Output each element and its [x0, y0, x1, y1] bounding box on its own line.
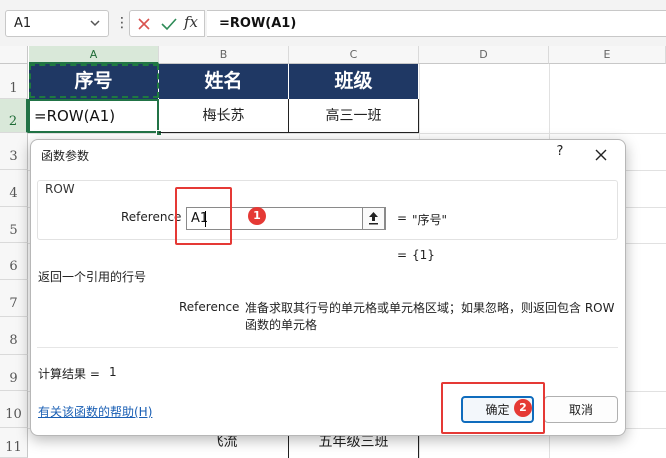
cancel-button[interactable]: 取消	[544, 396, 618, 423]
row-header-11[interactable]: 11	[0, 428, 28, 458]
result-preview: {1}	[412, 248, 435, 262]
formula-buttons: fx	[129, 10, 205, 37]
enter-formula-icon[interactable]	[160, 16, 178, 32]
row-header-3[interactable]: 3	[0, 133, 28, 170]
header-cell-class[interactable]: 班级	[289, 64, 419, 99]
cancel-formula-icon[interactable]	[136, 16, 152, 32]
insert-function-icon[interactable]: fx	[184, 13, 198, 31]
row-header-9[interactable]: 9	[0, 355, 28, 391]
reference-label: Reference	[121, 210, 182, 224]
result-equals: =	[397, 248, 408, 262]
calculation-result-value: 1	[109, 365, 117, 379]
name-box-value: A1	[14, 16, 32, 31]
row-header-6[interactable]: 6	[0, 243, 28, 280]
annotation-badge-2: 2	[514, 399, 532, 417]
argument-help-text: 准备求取其行号的单元格或单元格区域；如果忽略，则返回包含 ROW 函数的单元格	[245, 301, 615, 332]
grid-line	[28, 133, 666, 134]
argument-help-name: Reference	[179, 300, 240, 314]
close-icon[interactable]	[591, 145, 611, 165]
row-header-5[interactable]: 5	[0, 207, 28, 243]
arrow-up-icon	[369, 212, 378, 225]
select-all-corner[interactable]	[0, 46, 28, 64]
dialog-title: 函数参数	[41, 149, 90, 163]
chevron-down-icon[interactable]	[88, 15, 102, 31]
annotation-badge-1: 1	[248, 207, 266, 225]
name-box[interactable]: A1	[5, 10, 109, 37]
row-header-10[interactable]: 10	[0, 391, 28, 428]
function-description: 返回一个引用的行号	[38, 270, 147, 284]
cell-a2-formula: =ROW(A1)	[34, 107, 116, 125]
cell-c2[interactable]: 高三一班	[289, 99, 419, 133]
row-header-1[interactable]: 1	[0, 64, 28, 99]
row-header-8[interactable]: 8	[0, 317, 28, 355]
row-header-2[interactable]: 2	[0, 99, 28, 133]
reference-equals: =	[397, 211, 408, 225]
function-name: ROW	[45, 182, 75, 196]
column-header-c[interactable]: C	[289, 46, 419, 64]
header-cell-name[interactable]: 姓名	[159, 64, 289, 99]
function-help-link[interactable]: 有关该函数的帮助(H)	[38, 403, 152, 420]
column-header-d[interactable]: D	[419, 46, 549, 64]
formula-text: =ROW(A1)	[219, 16, 297, 31]
copy-selection-marquee	[29, 64, 159, 98]
calculation-result-label: 计算结果 =	[38, 367, 100, 381]
active-cell-a2[interactable]: =ROW(A1)	[28, 99, 159, 133]
formula-bar: A1 ⋮ fx =ROW(A1)	[0, 0, 666, 46]
more-options-icon[interactable]: ⋮	[115, 13, 129, 33]
column-header-e[interactable]: E	[549, 46, 666, 64]
column-header-a[interactable]: A	[29, 46, 159, 64]
reference-evaluated: "序号"	[412, 213, 448, 227]
formula-input[interactable]: =ROW(A1)	[207, 10, 666, 37]
row-header-4[interactable]: 4	[0, 170, 28, 207]
annotation-box-1	[175, 187, 232, 245]
divider	[37, 347, 618, 348]
excel-window: A1 ⋮ fx =ROW(A1) A B C D E 1 2 3 4 5 6 7…	[0, 0, 666, 458]
collapse-dialog-button[interactable]	[362, 207, 385, 230]
row-header-7[interactable]: 7	[0, 280, 28, 317]
help-button[interactable]: ?	[551, 144, 569, 164]
column-header-b[interactable]: B	[159, 46, 289, 64]
cell-b2[interactable]: 梅长苏	[159, 99, 289, 133]
